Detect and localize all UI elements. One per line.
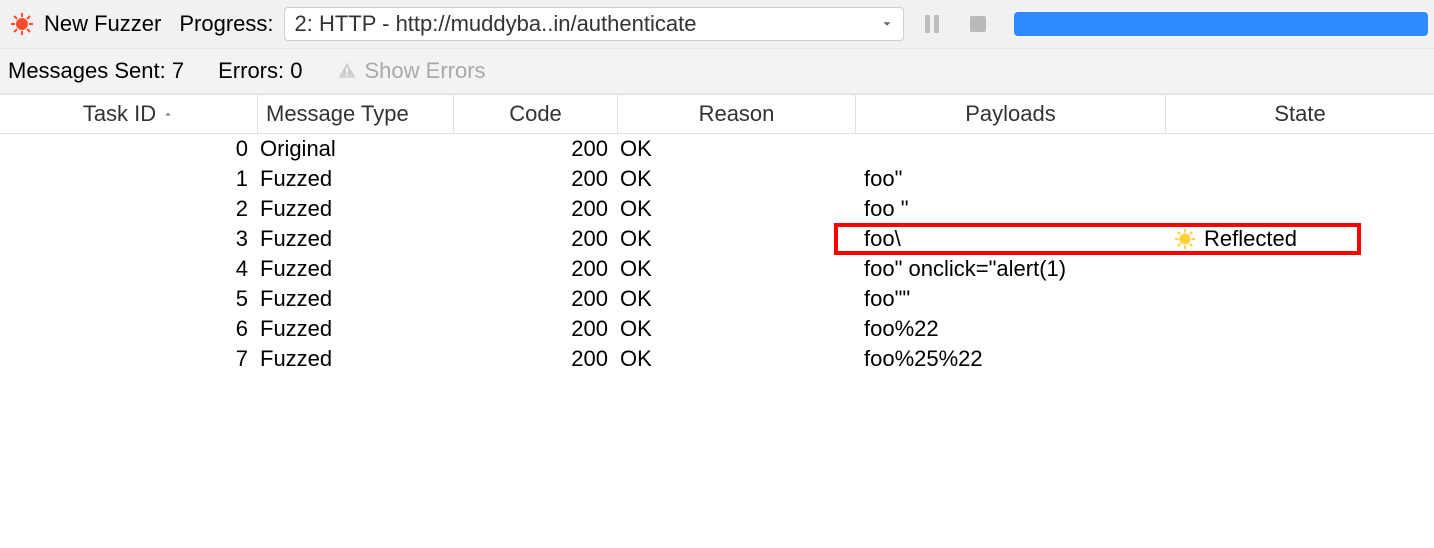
cell-reason: OK bbox=[618, 226, 856, 252]
messages-sent-label: Messages Sent: bbox=[8, 58, 166, 83]
cell-task-id: 4 bbox=[0, 256, 258, 282]
cell-reason: OK bbox=[618, 346, 856, 372]
cell-code: 200 bbox=[454, 286, 618, 312]
table-header: Task ID Message Type Code Reason Payload… bbox=[0, 94, 1434, 134]
cell-message-type: Original bbox=[258, 136, 454, 162]
toolbar: New Fuzzer Progress: 2: HTTP - http://mu… bbox=[0, 0, 1434, 49]
cell-reason: OK bbox=[618, 136, 856, 162]
col-code-label: Code bbox=[509, 101, 562, 127]
cell-code: 200 bbox=[454, 166, 618, 192]
results-table: Task ID Message Type Code Reason Payload… bbox=[0, 94, 1434, 374]
cell-message-type: Fuzzed bbox=[258, 226, 454, 252]
cell-message-type: Fuzzed bbox=[258, 196, 454, 222]
table-row[interactable]: 3Fuzzed200OKfoo\Reflected bbox=[0, 224, 1434, 254]
col-message-type[interactable]: Message Type bbox=[258, 95, 454, 133]
col-task-id[interactable]: Task ID bbox=[0, 95, 258, 133]
cell-payload: foo " bbox=[856, 196, 1166, 222]
cell-code: 200 bbox=[454, 226, 618, 252]
status-row: Messages Sent: 7 Errors: 0 Show Errors bbox=[0, 49, 1434, 94]
col-payloads[interactable]: Payloads bbox=[856, 95, 1166, 133]
cell-code: 200 bbox=[454, 196, 618, 222]
cell-reason: OK bbox=[618, 166, 856, 192]
col-payloads-label: Payloads bbox=[965, 101, 1056, 127]
table-row[interactable]: 4Fuzzed200OKfoo" onclick="alert(1) bbox=[0, 254, 1434, 284]
pause-icon bbox=[925, 15, 939, 33]
messages-sent-value: 7 bbox=[172, 58, 184, 83]
cell-task-id: 1 bbox=[0, 166, 258, 192]
cell-payload: foo" bbox=[856, 166, 1166, 192]
errors-value: 0 bbox=[290, 58, 302, 83]
sort-asc-icon bbox=[162, 108, 174, 120]
table-row[interactable]: 0Original200OK bbox=[0, 134, 1434, 164]
cell-reason: OK bbox=[618, 256, 856, 282]
cell-code: 200 bbox=[454, 136, 618, 162]
cell-task-id: 6 bbox=[0, 316, 258, 342]
cell-reason: OK bbox=[618, 316, 856, 342]
cell-code: 200 bbox=[454, 256, 618, 282]
table-row[interactable]: 2Fuzzed200OKfoo " bbox=[0, 194, 1434, 224]
cell-reason: OK bbox=[618, 286, 856, 312]
new-fuzzer-button[interactable]: New Fuzzer bbox=[44, 11, 161, 37]
chevron-down-icon bbox=[880, 17, 894, 31]
cell-reason: OK bbox=[618, 196, 856, 222]
cell-message-type: Fuzzed bbox=[258, 256, 454, 282]
table-body: 0Original200OK1Fuzzed200OKfoo"2Fuzzed200… bbox=[0, 134, 1434, 374]
cell-task-id: 2 bbox=[0, 196, 258, 222]
table-row[interactable]: 6Fuzzed200OKfoo%22 bbox=[0, 314, 1434, 344]
col-task-id-label: Task ID bbox=[83, 101, 156, 127]
errors-label: Errors: bbox=[218, 58, 284, 83]
cell-code: 200 bbox=[454, 346, 618, 372]
cell-payload: foo%22 bbox=[856, 316, 1166, 342]
cell-payload: foo\ bbox=[856, 226, 1166, 252]
progress-select[interactable]: 2: HTTP - http://muddyba..in/authenticat… bbox=[284, 7, 904, 41]
col-message-type-label: Message Type bbox=[266, 101, 409, 127]
cell-task-id: 7 bbox=[0, 346, 258, 372]
reflected-icon bbox=[1174, 228, 1196, 250]
table-row[interactable]: 7Fuzzed200OKfoo%25%22 bbox=[0, 344, 1434, 374]
col-reason-label: Reason bbox=[699, 101, 775, 127]
cell-message-type: Fuzzed bbox=[258, 346, 454, 372]
cell-state: Reflected bbox=[1166, 226, 1434, 252]
stop-icon bbox=[970, 16, 986, 32]
stop-button[interactable] bbox=[960, 7, 996, 41]
cell-message-type: Fuzzed bbox=[258, 316, 454, 342]
show-errors-button[interactable]: Show Errors bbox=[337, 58, 486, 84]
fuzzer-icon bbox=[10, 12, 34, 36]
show-errors-label: Show Errors bbox=[365, 58, 486, 84]
cell-payload: foo%25%22 bbox=[856, 346, 1166, 372]
pause-button[interactable] bbox=[914, 7, 950, 41]
col-state-label: State bbox=[1274, 101, 1325, 127]
col-reason[interactable]: Reason bbox=[618, 95, 856, 133]
col-code[interactable]: Code bbox=[454, 95, 618, 133]
cell-task-id: 3 bbox=[0, 226, 258, 252]
cell-code: 200 bbox=[454, 316, 618, 342]
cell-payload: foo"" bbox=[856, 286, 1166, 312]
col-state[interactable]: State bbox=[1166, 95, 1434, 133]
progress-label: Progress: bbox=[179, 11, 273, 37]
progress-bar bbox=[1014, 12, 1428, 36]
cell-payload: foo" onclick="alert(1) bbox=[856, 256, 1166, 282]
table-row[interactable]: 1Fuzzed200OKfoo" bbox=[0, 164, 1434, 194]
cell-task-id: 5 bbox=[0, 286, 258, 312]
messages-sent: Messages Sent: 7 bbox=[8, 58, 184, 84]
warning-icon bbox=[337, 61, 357, 81]
errors-count: Errors: 0 bbox=[218, 58, 302, 84]
cell-message-type: Fuzzed bbox=[258, 166, 454, 192]
table-row[interactable]: 5Fuzzed200OKfoo"" bbox=[0, 284, 1434, 314]
cell-task-id: 0 bbox=[0, 136, 258, 162]
cell-message-type: Fuzzed bbox=[258, 286, 454, 312]
progress-select-value: 2: HTTP - http://muddyba..in/authenticat… bbox=[295, 11, 697, 37]
